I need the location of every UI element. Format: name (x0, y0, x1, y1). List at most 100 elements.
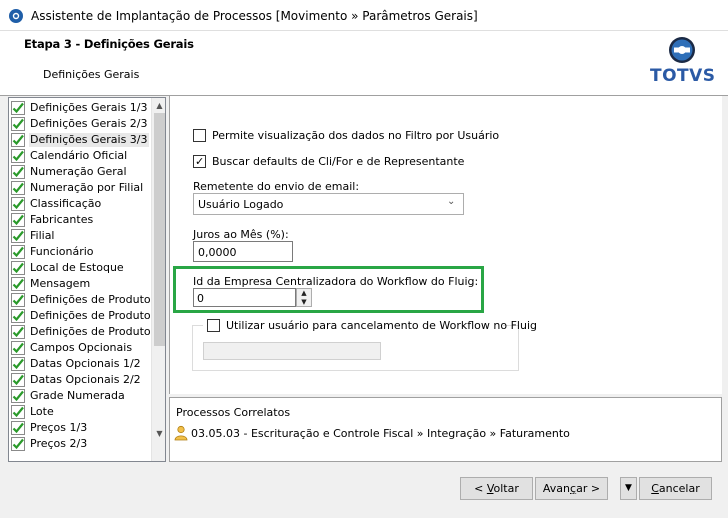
tree-item-label: Definições Gerais 2/3 (30, 117, 148, 130)
window-title: Assistente de Implantação de Processos [… (31, 9, 478, 23)
juros-input[interactable]: 0,0000 (193, 241, 293, 262)
totvs-logo-icon (669, 37, 695, 63)
tree-item-label: Local de Estoque (30, 261, 124, 274)
chevron-down-icon: ⌄ (447, 196, 456, 207)
settings-panel: Permite visualização dos dados no Filtro… (169, 96, 722, 394)
filtro-label: Permite visualização dos dados no Filtro… (212, 129, 500, 142)
green-check-icon (11, 389, 25, 403)
tree-item-label: Preços 1/3 (30, 421, 88, 434)
step-title: Etapa 3 - Definições Gerais (24, 37, 194, 51)
tree-item-label: Datas Opcionais 2/2 (30, 373, 141, 386)
tree-item-label: Filial (30, 229, 55, 242)
fluig-cancel-checkbox[interactable] (207, 319, 220, 332)
fluig-cancel-header: Utilizar usuário para cancelamento de Wo… (203, 318, 537, 333)
green-check-icon (11, 309, 25, 323)
back-rest: oltar (493, 482, 519, 495)
tree-item[interactable]: Definições Gerais 2/3 (11, 116, 151, 132)
green-check-icon (11, 437, 25, 451)
tree-item-label: Classificação (30, 197, 102, 210)
id-empresa-label: Id da Empresa Centralizadora do Workflow… (193, 275, 479, 288)
juros-value: 0,0000 (198, 246, 237, 259)
green-check-icon (11, 213, 25, 227)
tree-item[interactable]: Calendário Oficial (11, 148, 151, 164)
check-mark-icon: ✓ (195, 155, 205, 168)
back-prefix: < (474, 482, 487, 495)
related-process-link[interactable]: 03.05.03 - Escrituração e Controle Fisca… (174, 425, 570, 441)
tree-item-label: Mensagem (30, 277, 91, 290)
tree-item-label: Grade Numerada (30, 389, 125, 402)
green-check-icon (11, 421, 25, 435)
scroll-down-arrow-icon[interactable]: ▼ (152, 426, 165, 441)
next-rest: ar > (576, 482, 601, 495)
tree-item-label: Campos Opcionais (30, 341, 133, 354)
remetente-select[interactable]: Usuário Logado ⌄ (193, 193, 464, 215)
tree-item[interactable]: Definições de Produto 2 (11, 308, 161, 324)
title-bar: Assistente de Implantação de Processos [… (0, 0, 728, 31)
tree-item-label: Definições Gerais 1/3 (30, 101, 148, 114)
tree-item[interactable]: Campos Opcionais (11, 340, 151, 356)
green-check-icon (11, 261, 25, 275)
tree-item[interactable]: Preços 1/3 (11, 420, 151, 436)
green-check-icon (11, 277, 25, 291)
related-process-text: 03.05.03 - Escrituração e Controle Fisca… (191, 426, 570, 440)
spin-up-icon[interactable]: ▲ (297, 289, 311, 297)
green-check-icon (11, 341, 25, 355)
tree-item[interactable]: Definições de Produto 3 (11, 324, 161, 340)
green-check-icon (11, 165, 25, 179)
scroll-up-arrow-icon[interactable]: ▲ (152, 98, 165, 113)
tree-item[interactable]: Numeração por Filial (11, 180, 151, 196)
tree-item[interactable]: Mensagem (11, 276, 151, 292)
totvs-logo: TOTVS (650, 31, 715, 93)
tree-scrollbar[interactable]: ▲ ▼ (151, 98, 165, 461)
step-subtitle: Definições Gerais (43, 68, 140, 81)
tree-item-label: Definições de Produto 1 (30, 293, 162, 306)
filtro-checkbox[interactable] (193, 129, 206, 142)
remetente-label: Remetente do envio de email: (193, 180, 360, 193)
green-check-icon (11, 101, 25, 115)
green-check-icon (11, 325, 25, 339)
tree-item-label: Definições de Produto 3 (30, 325, 162, 338)
tree-item[interactable]: Numeração Geral (11, 164, 151, 180)
cancel-hotkey: C (651, 482, 659, 495)
green-check-icon (11, 117, 25, 131)
tree-item[interactable]: Definições Gerais 3/3 (11, 132, 151, 148)
next-button[interactable]: Avançar > (535, 477, 608, 500)
tree-item[interactable]: Local de Estoque (11, 260, 151, 276)
green-check-icon (11, 133, 25, 147)
tree-item-label: Preços 2/3 (30, 437, 88, 450)
options-dropdown-button[interactable]: ▼ (620, 477, 637, 500)
tree-item[interactable]: Funcionário (11, 244, 151, 260)
tree-item-label: Numeração por Filial (30, 181, 144, 194)
cancel-rest: ancelar (658, 482, 700, 495)
tree-item[interactable]: Grade Numerada (11, 388, 151, 404)
defaults-checkbox[interactable]: ✓ (193, 155, 206, 168)
related-title: Processos Correlatos (176, 406, 291, 419)
tree-item[interactable]: Datas Opcionais 2/2 (11, 372, 151, 388)
next-prefix: Avan (542, 482, 571, 495)
tree-item[interactable]: Filial (11, 228, 151, 244)
id-empresa-spinner[interactable]: ▲ ▼ (296, 288, 312, 307)
tree-item[interactable]: Lote (11, 404, 151, 420)
tree-item[interactable]: Definições Gerais 1/3 (11, 100, 151, 116)
green-check-icon (11, 229, 25, 243)
tree-item[interactable]: Preços 2/3 (11, 436, 151, 452)
tree-item[interactable]: Classificação (11, 196, 151, 212)
green-check-icon (11, 245, 25, 259)
tree-item[interactable]: Datas Opcionais 1/2 (11, 356, 151, 372)
spin-down-icon[interactable]: ▼ (297, 298, 311, 306)
step-tree[interactable]: Definições Gerais 1/3 Definições Gerais 2… (8, 97, 166, 462)
scroll-thumb[interactable] (154, 113, 165, 346)
wizard-footer: < Voltar Avançar > ▼ Cancelar (0, 468, 728, 518)
triangle-down-icon: ▼ (625, 483, 632, 493)
tree-item[interactable]: Fabricantes (11, 212, 151, 228)
fluig-cancel-label: Utilizar usuário para cancelamento de Wo… (226, 319, 537, 332)
tree-item-label: Datas Opcionais 1/2 (30, 357, 141, 370)
back-button[interactable]: < Voltar (460, 477, 533, 500)
id-empresa-input[interactable]: 0 (193, 288, 296, 307)
cancel-button[interactable]: Cancelar (639, 477, 712, 500)
tree-item-label: Funcionário (30, 245, 94, 258)
green-check-icon (11, 405, 25, 419)
wizard-header: Etapa 3 - Definições Gerais Definições G… (0, 31, 728, 96)
tree-item[interactable]: Definições de Produto 1 (11, 292, 161, 308)
id-empresa-value: 0 (197, 292, 204, 305)
